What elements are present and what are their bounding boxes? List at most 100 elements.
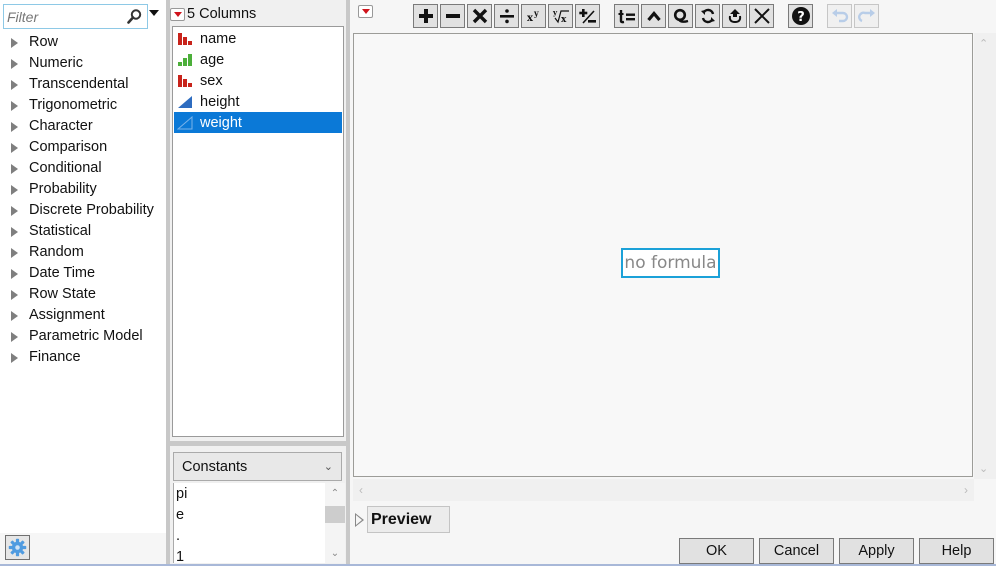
- constant-item[interactable]: pi: [174, 483, 345, 504]
- subtract-button[interactable]: [440, 4, 465, 28]
- column-item[interactable]: weight: [174, 112, 342, 133]
- divide-button[interactable]: [494, 4, 519, 28]
- scroll-down-icon[interactable]: ⌄: [329, 548, 341, 559]
- expand-triangle-icon[interactable]: [11, 79, 18, 90]
- peel-button[interactable]: [641, 4, 666, 28]
- chevron-down-icon: ⌄: [323, 461, 333, 473]
- settings-button[interactable]: [5, 535, 30, 560]
- lasso-button[interactable]: [668, 4, 693, 28]
- expand-triangle-icon[interactable]: [11, 268, 18, 279]
- column-label: name: [200, 30, 237, 47]
- power-button[interactable]: xy: [521, 4, 546, 28]
- constants-scrollbar[interactable]: ⌃ ⌄: [325, 483, 345, 563]
- scroll-up-icon[interactable]: ⌃: [329, 488, 341, 499]
- expand-triangle-icon[interactable]: [11, 163, 18, 174]
- category-item[interactable]: Discrete Probability: [0, 200, 166, 221]
- category-item[interactable]: Row: [0, 32, 166, 53]
- category-item[interactable]: Conditional: [0, 158, 166, 179]
- constants-dropdown[interactable]: Constants ⌄: [173, 452, 342, 481]
- apply-button[interactable]: Apply: [839, 538, 914, 564]
- unary-up-icon: [728, 9, 741, 24]
- cancel-button[interactable]: Cancel: [759, 538, 834, 564]
- plus-icon: [418, 9, 433, 23]
- scroll-left-icon[interactable]: ‹: [359, 483, 363, 497]
- search-icon[interactable]: [126, 8, 143, 25]
- root-button[interactable]: yx: [548, 4, 573, 28]
- filter-input[interactable]: [7, 7, 122, 26]
- category-item[interactable]: Parametric Model: [0, 326, 166, 347]
- divide-icon: [499, 9, 514, 24]
- category-item[interactable]: Row State: [0, 284, 166, 305]
- formula-canvas[interactable]: no formula: [353, 33, 973, 477]
- help-button[interactable]: ?: [788, 4, 813, 28]
- t-equals-icon: [618, 10, 635, 24]
- gear-icon: [8, 538, 27, 557]
- expand-triangle-icon[interactable]: [11, 142, 18, 153]
- lasso-icon: [673, 8, 688, 23]
- columns-header: 5 Columns: [170, 4, 256, 24]
- expand-triangle-icon[interactable]: [11, 352, 18, 363]
- local-variable-button[interactable]: [614, 4, 639, 28]
- redo-button[interactable]: [854, 4, 879, 28]
- nominal-icon: [177, 32, 193, 46]
- expand-triangle-icon[interactable]: [11, 247, 18, 258]
- undo-button[interactable]: [827, 4, 852, 28]
- category-item[interactable]: Date Time: [0, 263, 166, 284]
- add-button[interactable]: [413, 4, 438, 28]
- category-item[interactable]: Transcendental: [0, 74, 166, 95]
- columns-splitter[interactable]: [170, 441, 346, 446]
- formula-vertical-scrollbar[interactable]: ⌃ ⌄: [974, 33, 996, 479]
- constant-item[interactable]: e: [174, 504, 345, 525]
- category-item[interactable]: Comparison: [0, 137, 166, 158]
- category-item[interactable]: Probability: [0, 179, 166, 200]
- disclosure-triangle-icon[interactable]: [355, 512, 364, 527]
- formula-horizontal-scrollbar[interactable]: ‹ ›: [353, 479, 974, 501]
- editor-menu-red-triangle-icon[interactable]: [358, 5, 373, 18]
- negate-button[interactable]: [575, 4, 600, 28]
- category-label: Transcendental: [29, 76, 129, 92]
- column-item[interactable]: height: [174, 91, 342, 112]
- help-dialog-button[interactable]: Help: [919, 538, 994, 564]
- delete-button[interactable]: [749, 4, 774, 28]
- column-item[interactable]: sex: [174, 70, 342, 91]
- column-item[interactable]: name: [174, 28, 342, 49]
- category-item[interactable]: Assignment: [0, 305, 166, 326]
- filter-menu-dropdown-icon[interactable]: [149, 10, 159, 16]
- ok-button[interactable]: OK: [679, 538, 754, 564]
- expand-triangle-icon[interactable]: [11, 331, 18, 342]
- scroll-up-icon[interactable]: ⌃: [979, 37, 988, 50]
- category-item[interactable]: Character: [0, 116, 166, 137]
- expand-triangle-icon[interactable]: [11, 184, 18, 195]
- category-item[interactable]: Trigonometric: [0, 95, 166, 116]
- scroll-right-icon[interactable]: ›: [964, 483, 968, 497]
- category-item[interactable]: Finance: [0, 347, 166, 368]
- expand-triangle-icon[interactable]: [11, 121, 18, 132]
- category-item[interactable]: Numeric: [0, 53, 166, 74]
- expand-triangle-icon[interactable]: [11, 205, 18, 216]
- expand-triangle-icon[interactable]: [11, 226, 18, 237]
- redo-icon: [857, 9, 875, 23]
- scroll-down-icon[interactable]: ⌄: [979, 462, 988, 475]
- constant-item[interactable]: 1: [174, 546, 345, 563]
- swap-button[interactable]: [695, 4, 720, 28]
- expand-triangle-icon[interactable]: [11, 310, 18, 321]
- formula-toolbar: xy yx ?: [413, 4, 881, 28]
- svg-text:x: x: [561, 15, 567, 24]
- expand-triangle-icon[interactable]: [11, 58, 18, 69]
- category-item[interactable]: Random: [0, 242, 166, 263]
- expand-triangle-icon[interactable]: [11, 100, 18, 111]
- category-label: Numeric: [29, 55, 83, 71]
- category-label: Assignment: [29, 307, 105, 323]
- column-item[interactable]: age: [174, 49, 342, 70]
- constant-item[interactable]: .: [174, 525, 345, 546]
- category-list: Row Numeric Transcendental Trigonometric Cha…: [0, 32, 166, 368]
- preview-label[interactable]: Preview: [367, 506, 450, 533]
- scroll-thumb[interactable]: [325, 506, 345, 523]
- multiply-button[interactable]: [467, 4, 492, 28]
- unary-button[interactable]: [722, 4, 747, 28]
- columns-menu-red-triangle-icon[interactable]: [170, 7, 185, 21]
- no-formula-placeholder[interactable]: no formula: [621, 248, 720, 278]
- expand-triangle-icon[interactable]: [11, 289, 18, 300]
- category-item[interactable]: Statistical: [0, 221, 166, 242]
- expand-triangle-icon[interactable]: [11, 37, 18, 48]
